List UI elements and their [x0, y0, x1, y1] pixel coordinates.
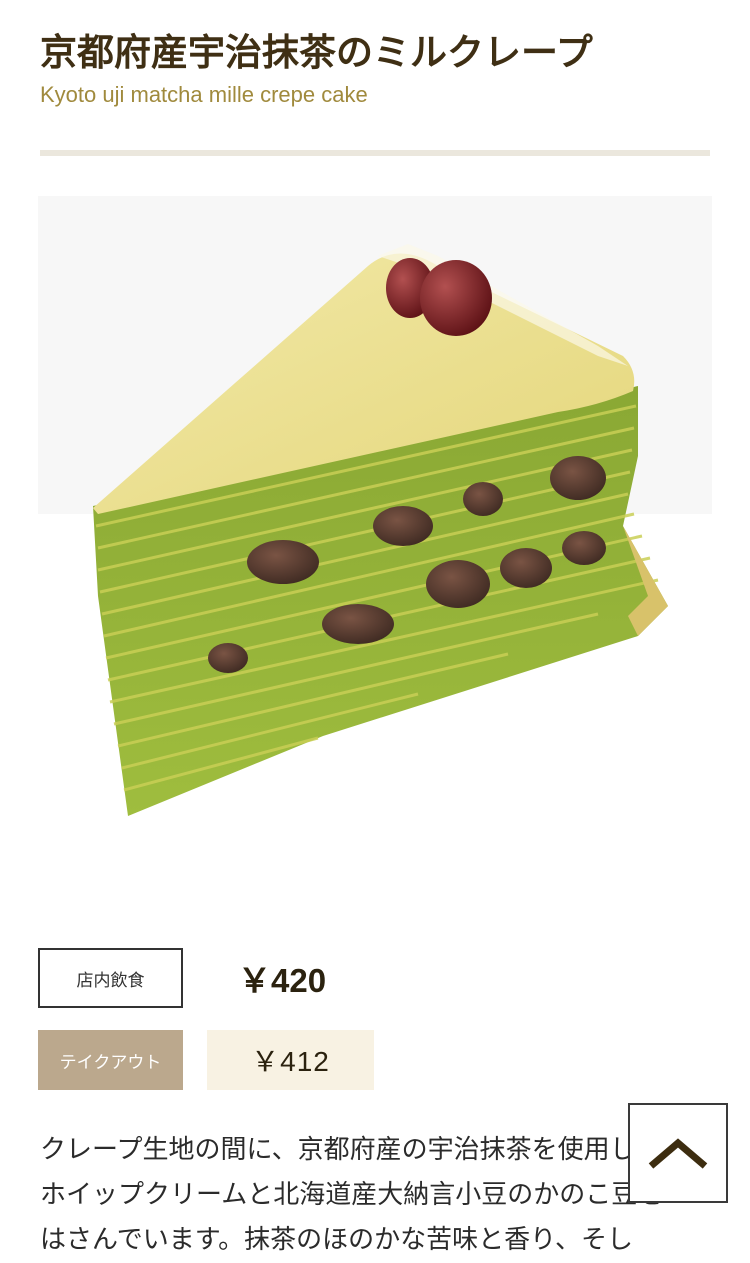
takeout-price: ￥412: [207, 1030, 374, 1090]
page-title: 京都府産宇治抹茶のミルクレープ: [40, 31, 593, 74]
description-line: はさんでいます。抹茶のほのかな苦味と香り、そし: [40, 1225, 634, 1255]
description-line: ホイップクリームと北海道産大納言小豆のかのこ豆を: [40, 1180, 664, 1210]
page-subtitle: Kyoto uji matcha mille crepe cake: [40, 82, 368, 107]
description-line: クレープ生地の間に、京都府産の宇治抹茶を使用した: [40, 1135, 662, 1165]
product-description: クレープ生地の間に、京都府産の宇治抹茶を使用した ホイップクリームと北海道産大納…: [40, 1128, 730, 1263]
dine-in-label: 店内飲食: [38, 948, 183, 1008]
back-to-top-button[interactable]: [628, 1103, 728, 1203]
divider: [40, 150, 710, 156]
chevron-up-icon: [648, 1138, 708, 1169]
dine-in-price: ￥420: [238, 962, 327, 999]
takeout-label: テイクアウト: [38, 1030, 183, 1090]
product-image: [38, 196, 712, 816]
